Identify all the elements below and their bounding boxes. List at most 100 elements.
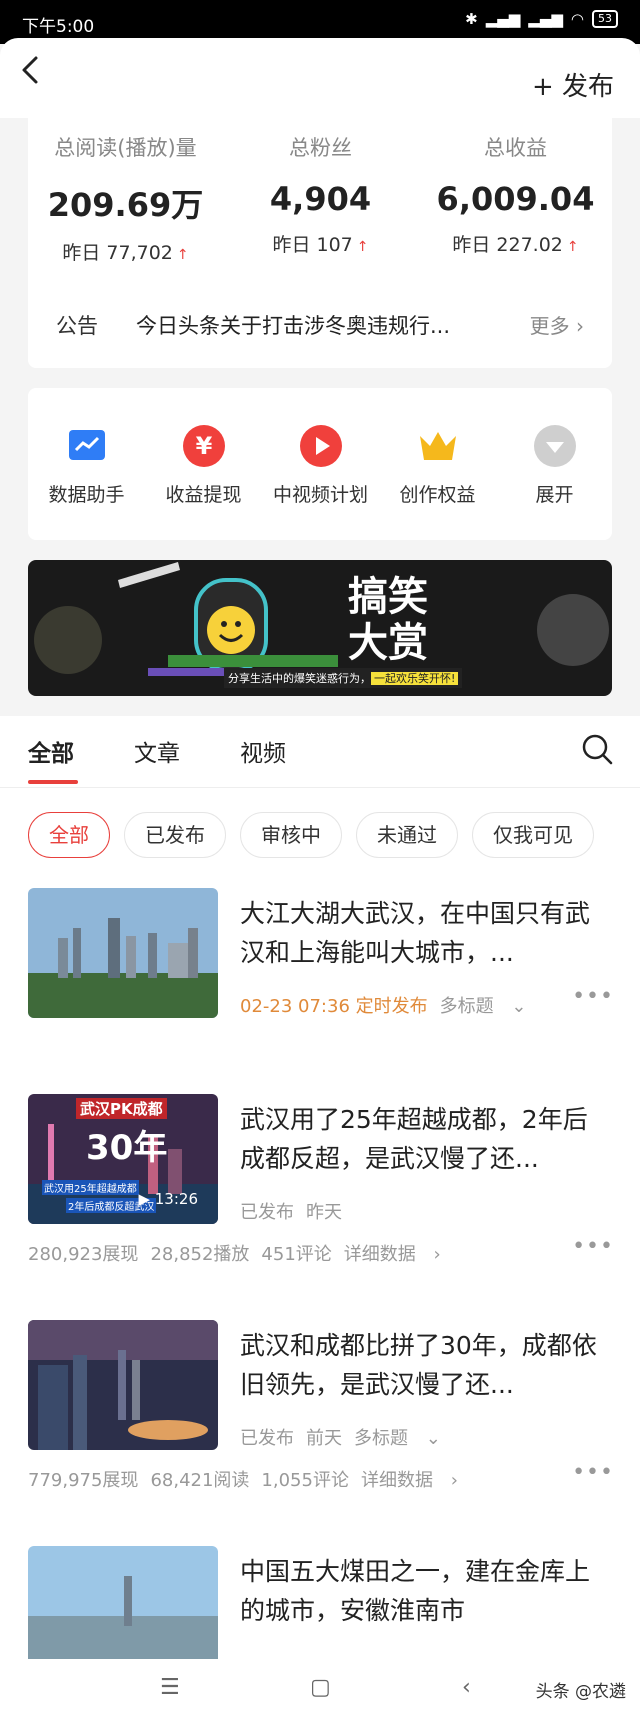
- more-options-icon[interactable]: •••: [572, 984, 614, 1009]
- back-icon[interactable]: [14, 52, 50, 88]
- item-thumbnail: [28, 1320, 218, 1450]
- video-icon: [299, 424, 343, 468]
- detail-data-link[interactable]: 详细数据 ›: [361, 1470, 470, 1491]
- publish-button[interactable]: + 发布: [532, 66, 614, 103]
- more-options-icon[interactable]: •••: [572, 1460, 614, 1485]
- item-stats: 280,923展现 28,852播放 451评论 详细数据 ›: [28, 1240, 465, 1266]
- system-nav-bar: ☰ ▢ ‹ 头条 @农遴: [0, 1659, 640, 1719]
- item-title[interactable]: 大江大湖大武汉，在中国只有武汉和上海能叫大城市，...: [240, 894, 610, 972]
- watermark: 头条 @农遴: [535, 1682, 626, 1702]
- tab-indicator: [28, 780, 78, 784]
- more-options-icon[interactable]: •••: [572, 1234, 614, 1259]
- tool-creator-rights[interactable]: 创作权益: [379, 424, 496, 507]
- chevron-right-icon: ›: [433, 1244, 441, 1265]
- item-thumbnail: [28, 1546, 218, 1676]
- thumb-text: 武汉用25年超越成都: [42, 1180, 139, 1195]
- content-tabs: 全部 文章 视频: [0, 716, 640, 788]
- item-date: 前天: [306, 1428, 342, 1449]
- banner-title: 搞笑 大赏: [348, 574, 428, 666]
- tool-income-withdraw[interactable]: ¥ 收益提现: [145, 424, 262, 507]
- stat-label: 总收益: [484, 136, 547, 160]
- stat-label: 总阅读(播放)量: [54, 136, 197, 160]
- tool-video-plan[interactable]: 中视频计划: [262, 424, 379, 507]
- item-title[interactable]: 武汉和成都比拼了30年，成都依旧领先，是武汉慢了还...: [240, 1326, 610, 1404]
- bluetooth-icon: ✱: [465, 10, 478, 28]
- item-title[interactable]: 中国五大煤田之一，建在金库上的城市，安徽淮南市: [240, 1552, 610, 1630]
- thumb-text: 武汉PK成都: [76, 1098, 167, 1119]
- notice-text[interactable]: 今日头条关于打击涉冬奥违规行...: [136, 310, 516, 340]
- list-item[interactable]: 中国五大煤田之一，建在金库上的城市，安徽淮南市: [0, 1546, 640, 1676]
- signal-icon: ▂▄▆: [485, 10, 521, 28]
- filter-published[interactable]: 已发布: [124, 812, 226, 858]
- filter-all[interactable]: 全部: [28, 812, 110, 858]
- filter-rejected[interactable]: 未通过: [356, 812, 458, 858]
- arrow-up-icon: ↑: [356, 239, 369, 255]
- menu-icon[interactable]: ☰: [160, 1675, 180, 1700]
- play-icon: ▶: [138, 1190, 150, 1208]
- signal-icon: ▂▄▆: [528, 10, 563, 28]
- tab-all[interactable]: 全部: [28, 734, 74, 768]
- tools-card: 数据助手 ¥ 收益提现 中视频计划 创作权益 展开: [28, 388, 612, 540]
- status-time: 下午5:00: [22, 17, 95, 37]
- filter-private[interactable]: 仅我可见: [472, 812, 594, 858]
- notice-bar[interactable]: 公告 今日头条关于打击涉冬奥违规行... 更多 ›: [28, 304, 612, 344]
- arrow-up-icon: ↑: [566, 239, 579, 255]
- yuan-icon: ¥: [182, 424, 226, 468]
- stat-value: 6,009.04: [436, 180, 595, 218]
- tool-label: 收益提现: [165, 484, 242, 506]
- stat-change: 昨日 107 ↑: [272, 234, 369, 256]
- notice-tag: 公告: [56, 314, 98, 338]
- status-filters: 全部 已发布 审核中 未通过 仅我可见: [28, 812, 640, 860]
- item-multi-title[interactable]: 多标题 ⌄: [440, 996, 539, 1017]
- item-stats: 779,975展现 68,421阅读 1,055评论 详细数据 ›: [28, 1466, 482, 1492]
- video-duration: ▶ 13:26: [138, 1190, 198, 1208]
- chevron-down-icon: ⌄: [425, 1428, 441, 1449]
- item-status: 已发布: [240, 1202, 294, 1223]
- stat-change: 昨日 227.02 ↑: [452, 234, 579, 256]
- item-schedule: 02-23 07:36 定时发布: [240, 996, 428, 1017]
- tool-data-assistant[interactable]: 数据助手: [28, 424, 145, 507]
- list-item[interactable]: 大江大湖大武汉，在中国只有武汉和上海能叫大城市，... 02-23 07:36 …: [0, 888, 640, 1038]
- expand-icon: [533, 424, 577, 468]
- crown-icon: [416, 424, 460, 468]
- list-item[interactable]: 武汉和成都比拼了30年，成都依旧领先，是武汉慢了还... 已发布 前天 多标题 ⌄ …: [0, 1320, 640, 1496]
- content-area: 全部 文章 视频 全部 已发布 审核中 未通过 仅我可见 大江大湖大武汉，在中国只有武汉…: [0, 716, 640, 1719]
- tool-label: 创作权益: [399, 484, 476, 506]
- search-icon[interactable]: [580, 732, 614, 766]
- back-nav-icon[interactable]: ‹: [462, 1675, 471, 1700]
- notice-more-link[interactable]: 更多 ›: [530, 310, 584, 339]
- tool-expand[interactable]: 展开: [496, 424, 613, 507]
- chart-icon: [65, 424, 109, 468]
- home-icon[interactable]: ▢: [310, 1675, 331, 1700]
- item-date: 昨天: [306, 1202, 342, 1223]
- stats-card: 总阅读(播放)量 209.69万 昨日 77,702 ↑ 总粉丝 4,904 昨日…: [28, 118, 612, 368]
- stat-total-fans[interactable]: 总粉丝 4,904 昨日 107 ↑: [223, 132, 418, 257]
- detail-data-link[interactable]: 详细数据 ›: [344, 1244, 453, 1265]
- chevron-down-icon: ⌄: [511, 996, 527, 1017]
- item-meta: 02-23 07:36 定时发布 多标题 ⌄: [240, 992, 550, 1018]
- status-icons: ✱ ▂▄▆ ▂▄▆ ◠ 53: [465, 10, 618, 28]
- item-multi-title[interactable]: 多标题 ⌄: [354, 1428, 453, 1449]
- tab-articles[interactable]: 文章: [134, 734, 180, 768]
- arrow-up-icon: ↑: [176, 247, 189, 263]
- header: + 发布: [0, 38, 640, 118]
- battery-icon: 53: [592, 10, 618, 28]
- tool-label: 展开: [535, 484, 574, 506]
- chevron-right-icon: ›: [576, 314, 584, 338]
- tool-label: 数据助手: [48, 484, 125, 506]
- tab-videos[interactable]: 视频: [240, 734, 286, 768]
- banner-subtitle: 分享生活中的爆笑迷惑行为， 一起欢乐笑开怀!: [224, 668, 463, 688]
- stat-total-income[interactable]: 总收益 6,009.04 昨日 227.02 ↑: [418, 132, 613, 257]
- stat-value: 4,904: [269, 180, 372, 218]
- item-status: 已发布: [240, 1428, 294, 1449]
- item-meta: 已发布 前天 多标题 ⌄: [240, 1424, 465, 1450]
- stat-label: 总粉丝: [289, 136, 352, 160]
- item-title[interactable]: 武汉用了25年超越成都，2年后成都反超，是武汉慢了还...: [240, 1100, 610, 1178]
- stat-total-reads[interactable]: 总阅读(播放)量 209.69万 昨日 77,702 ↑: [28, 132, 223, 265]
- chevron-right-icon: ›: [450, 1470, 458, 1491]
- tool-label: 中视频计划: [272, 484, 368, 506]
- promo-banner[interactable]: 搞笑 大赏 分享生活中的爆笑迷惑行为， 一起欢乐笑开怀!: [28, 560, 612, 696]
- filter-reviewing[interactable]: 审核中: [240, 812, 342, 858]
- item-thumbnail: 武汉PK成都 30年 武汉用25年超越成都 2年后成都反超武汉 ▶ 13:26: [28, 1094, 218, 1224]
- list-item[interactable]: 武汉PK成都 30年 武汉用25年超越成都 2年后成都反超武汉 ▶ 13:26 …: [0, 1094, 640, 1270]
